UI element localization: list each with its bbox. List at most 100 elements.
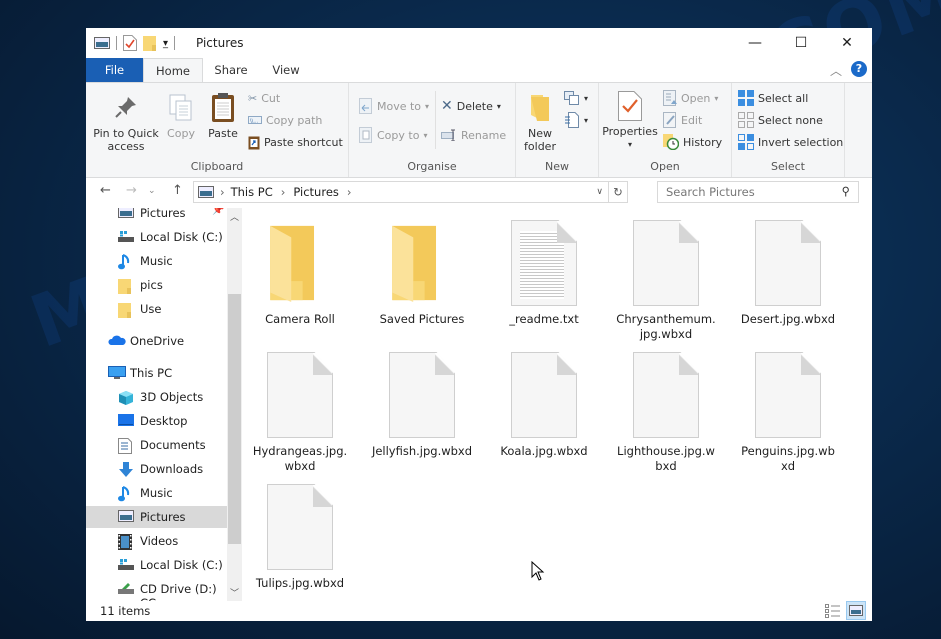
breadcrumb-this-pc[interactable]: This PC	[231, 185, 273, 199]
file-item[interactable]: _readme.txt	[489, 220, 599, 327]
sidebar-item-use[interactable]: Use	[86, 298, 227, 320]
large-icons-view-icon	[849, 605, 863, 616]
folder-icon	[389, 220, 455, 306]
open-button[interactable]: Open ▾	[663, 89, 718, 107]
cut-button[interactable]: ✂ Cut	[248, 89, 280, 107]
copy-to-button[interactable]: Copy to ▾	[359, 126, 427, 144]
sidebar-item-music[interactable]: Music	[86, 482, 227, 504]
tab-home[interactable]: Home	[143, 58, 203, 83]
breadcrumb-pictures[interactable]: Pictures	[293, 185, 339, 199]
properties-dropdown-icon[interactable]: ▾	[601, 138, 659, 151]
sidebar-item-desktop[interactable]: Desktop	[86, 410, 227, 432]
file-item[interactable]: Hydrangeas.jpg. wbxd	[245, 352, 355, 474]
new-item-button[interactable]: ▾	[564, 89, 588, 107]
folder-item[interactable]: Camera Roll	[245, 220, 355, 327]
file-item[interactable]: Lighthouse.jpg.w bxd	[611, 352, 721, 474]
sidebar-item-documents[interactable]: Documents	[86, 434, 227, 456]
sidebar-item-this-pc[interactable]: This PC	[86, 362, 227, 384]
forward-icon[interactable]: →	[126, 183, 137, 198]
file-explorer-window: ▾̲ Pictures — ☐ ✕ File Home Share View ︿…	[86, 28, 872, 621]
pinned-icon: 📌	[212, 208, 225, 216]
edit-button[interactable]: Edit	[663, 111, 702, 129]
tab-share[interactable]: Share	[206, 58, 256, 82]
sidebar-item-cd-drive-d-cc[interactable]: CD Drive (D:) CC	[86, 578, 227, 601]
select-group: Select all Select none Invert selection …	[732, 83, 845, 177]
sidebar-item-label: 3D Objects	[140, 390, 204, 404]
blank-file-icon	[267, 352, 333, 438]
help-icon[interactable]: ?	[851, 61, 867, 77]
svg-text:\\...: \\...	[250, 119, 259, 125]
open-icon	[663, 90, 677, 106]
properties-button[interactable]: Properties ▾	[601, 91, 659, 151]
tab-file[interactable]: File	[86, 58, 143, 82]
sidebar-item-pics[interactable]: pics	[86, 274, 227, 296]
recent-locations-icon[interactable]: ⌄	[148, 186, 156, 196]
edit-icon	[663, 112, 676, 128]
sidebar-item-pictures[interactable]: Pictures	[86, 506, 227, 528]
history-button[interactable]: History	[663, 133, 722, 151]
file-item[interactable]: Penguins.jpg.wb xd	[733, 352, 843, 474]
paste-button[interactable]: Paste	[204, 91, 242, 140]
up-icon[interactable]: ↑	[172, 183, 183, 198]
pictures-icon	[94, 37, 110, 49]
new-folder-button[interactable]: New folder	[522, 93, 558, 153]
close-button[interactable]: ✕	[824, 28, 870, 58]
copy-path-button[interactable]: \\... Copy path	[248, 111, 322, 129]
properties-icon[interactable]	[123, 35, 137, 51]
quick-access-toolbar: ▾̲	[94, 35, 176, 51]
copy-button[interactable]: Copy	[164, 93, 198, 140]
search-input[interactable]: Search Pictures	[666, 185, 755, 199]
sidebar-item-local-disk-c[interactable]: Local Disk (C:)	[86, 226, 227, 248]
sidebar-item-local-disk-c[interactable]: Local Disk (C:)	[86, 554, 227, 576]
sidebar-item-pictures[interactable]: Pictures 📌	[86, 208, 227, 224]
search-icon[interactable]: ⚲	[842, 184, 850, 198]
breadcrumb-separator-icon: ›	[346, 185, 352, 199]
file-item[interactable]: Jellyfish.jpg.wbxd	[367, 352, 477, 459]
scroll-down-icon[interactable]: ﹀	[230, 586, 239, 599]
sidebar-item-3d-objects[interactable]: 3D Objects	[86, 386, 227, 408]
new-item-icon	[564, 91, 579, 105]
tab-view[interactable]: View	[261, 58, 311, 82]
delete-button[interactable]: ✕ Delete ▾	[441, 97, 501, 115]
file-item[interactable]: Koala.jpg.wbxd	[489, 352, 599, 459]
file-name: Saved Pictures	[379, 312, 465, 326]
search-box[interactable]: Search Pictures ⚲	[657, 181, 859, 203]
address-dropdown-icon[interactable]: ∨	[596, 187, 603, 197]
select-none-button[interactable]: Select none	[738, 111, 823, 129]
maximize-button[interactable]: ☐	[778, 28, 824, 58]
sidebar-item-onedrive[interactable]: OneDrive	[86, 330, 227, 352]
sidebar-scrollbar[interactable]: ︿ ﹀	[227, 208, 242, 601]
sidebar-item-videos[interactable]: Videos	[86, 530, 227, 552]
scrollbar-thumb[interactable]	[228, 294, 241, 544]
videos-icon	[118, 534, 134, 550]
refresh-icon[interactable]: ↻	[608, 182, 627, 202]
paste-shortcut-button[interactable]: Paste shortcut	[248, 133, 343, 151]
minimize-button[interactable]: —	[732, 28, 778, 58]
address-bar[interactable]: › This PC › Pictures › ∨ ↻	[193, 181, 628, 203]
pin-icon	[115, 97, 136, 118]
status-bar: 11 items	[86, 601, 872, 621]
back-icon[interactable]: ←	[100, 183, 111, 198]
easy-access-button[interactable]: ▾	[564, 111, 588, 129]
customize-toolbar-icon[interactable]: ▾̲	[163, 38, 168, 49]
breadcrumb-separator-icon: ›	[280, 185, 286, 199]
pin-to-quick-access-button[interactable]: Pin to Quick access	[92, 95, 160, 153]
folder-item[interactable]: Saved Pictures	[367, 220, 477, 327]
file-item[interactable]: Tulips.jpg.wbxd	[245, 484, 355, 591]
file-item[interactable]: Desert.jpg.wbxd	[733, 220, 843, 327]
new-folder-icon[interactable]	[143, 35, 157, 51]
details-view-icon[interactable]	[825, 604, 841, 618]
invert-selection-button[interactable]: Invert selection	[738, 133, 843, 151]
scroll-up-icon[interactable]: ︿	[230, 210, 239, 223]
copy-path-icon: \\...	[248, 116, 262, 124]
sidebar-item-music[interactable]: Music	[86, 250, 227, 272]
large-icons-view-button[interactable]	[846, 601, 866, 620]
sidebar-item-label: OneDrive	[130, 334, 185, 348]
pictures-icon	[118, 510, 134, 524]
move-to-button[interactable]: Move to ▾	[359, 97, 429, 115]
rename-button[interactable]: Rename	[441, 126, 506, 144]
select-all-button[interactable]: Select all	[738, 89, 808, 107]
file-item[interactable]: Chrysanthemum. jpg.wbxd	[611, 220, 721, 342]
sidebar-item-downloads[interactable]: Downloads	[86, 458, 227, 480]
collapse-ribbon-icon[interactable]: ︿	[830, 62, 842, 79]
